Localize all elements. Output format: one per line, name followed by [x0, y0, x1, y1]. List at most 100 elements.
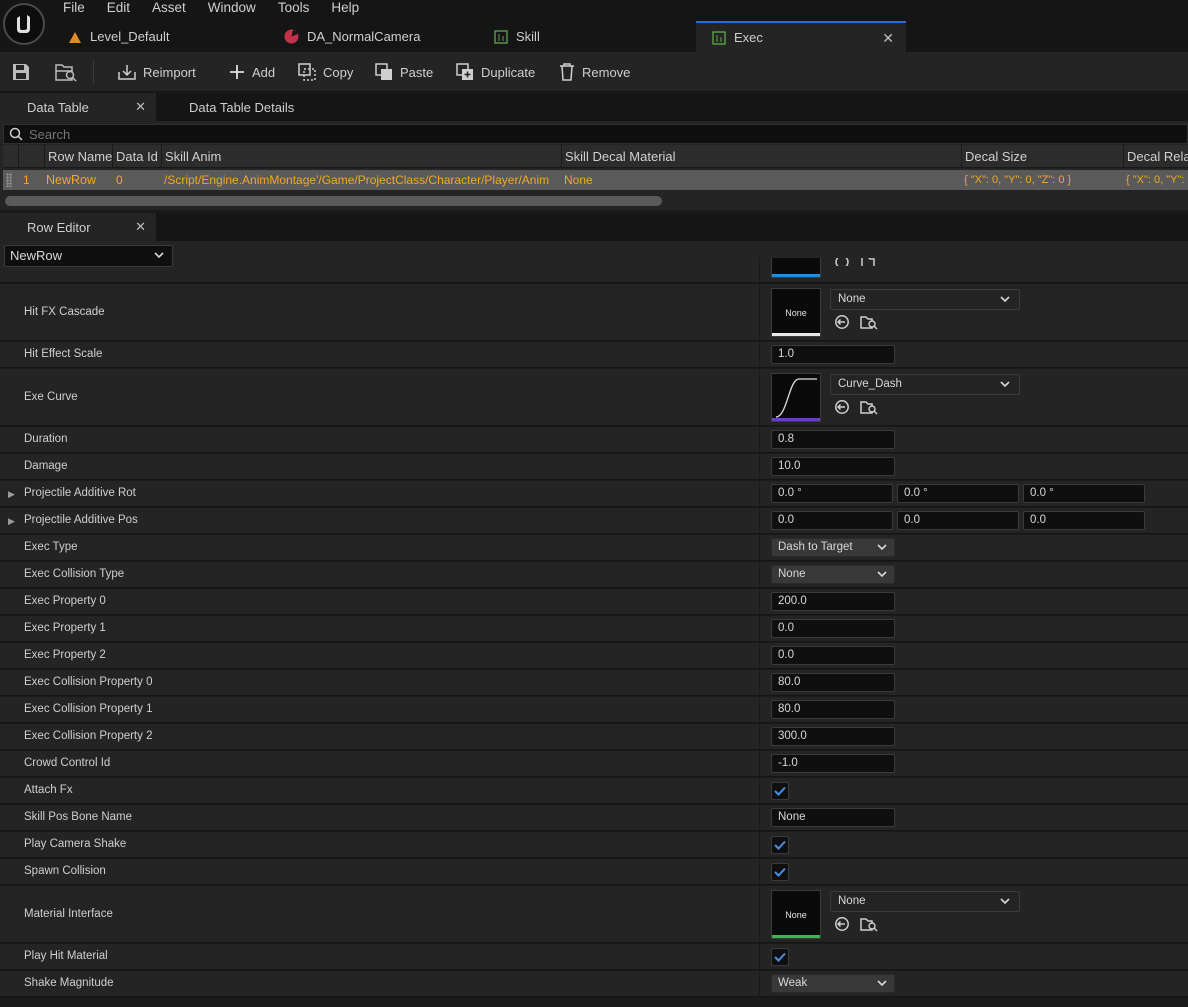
pos-y-field[interactable]: 0.0 — [897, 511, 1019, 530]
menu-tools[interactable]: Tools — [267, 0, 321, 16]
search-box[interactable] — [3, 124, 1188, 144]
drag-handle-icon[interactable] — [6, 173, 12, 187]
col-row-name[interactable]: Row Name — [44, 145, 112, 168]
property-label: Play Camera Shake — [24, 838, 127, 850]
exec-property-0-field[interactable]: 200.0 — [771, 592, 895, 611]
play-camera-shake-checkbox[interactable] — [771, 836, 789, 854]
tab-row-editor[interactable]: Row Editor ✕ — [0, 213, 156, 241]
attach-fx-checkbox[interactable] — [771, 782, 789, 800]
col-decal-size[interactable]: Decal Size — [961, 145, 1123, 168]
play-hit-material-checkbox[interactable] — [771, 948, 789, 966]
horizontal-scrollbar[interactable] — [5, 196, 662, 206]
asset-thumbnail[interactable]: None — [771, 288, 821, 337]
column-divider — [759, 508, 760, 533]
hit-effect-scale-field[interactable]: 1.0 — [771, 345, 895, 364]
asset-type-bar — [772, 418, 820, 421]
duplicate-button[interactable]: Duplicate — [455, 52, 535, 92]
search-input[interactable] — [29, 126, 629, 142]
unreal-logo[interactable] — [3, 3, 45, 45]
tab-exec[interactable]: Exec ✕ — [696, 21, 906, 52]
damage-field[interactable]: 10.0 — [771, 457, 895, 476]
crowd-control-id-field[interactable]: -1.0 — [771, 754, 895, 773]
use-selected-icon[interactable] — [834, 916, 852, 932]
asset-thumbnail[interactable]: None — [771, 890, 821, 939]
tab-data-table-details[interactable]: Data Table Details — [162, 93, 322, 121]
column-divider — [759, 670, 760, 695]
column-divider — [759, 724, 760, 749]
asset-picker-combo[interactable]: None — [830, 289, 1020, 310]
rot-z-field[interactable]: 0.0 ° — [1023, 484, 1145, 503]
menu-edit[interactable]: Edit — [96, 0, 141, 16]
use-selected-icon[interactable] — [834, 314, 852, 330]
use-selected-icon[interactable] — [834, 399, 852, 415]
asset-picker-combo[interactable]: None — [830, 891, 1020, 912]
cell-skill-decal-material[interactable]: None — [561, 170, 957, 190]
checkmark-icon — [774, 867, 786, 877]
curve-thumbnail[interactable] — [771, 373, 821, 422]
chevron-down-icon — [1000, 381, 1010, 388]
exec-property-2-field[interactable]: 0.0 — [771, 646, 895, 665]
browse-asset-icon[interactable] — [860, 314, 878, 330]
exec-collision-property-0-field[interactable]: 80.0 — [771, 673, 895, 692]
property-label: Projectile Additive Pos — [24, 514, 138, 526]
exec-type-dropdown[interactable]: Dash to Target — [771, 538, 895, 557]
tab-data-table[interactable]: Data Table ✕ — [0, 93, 156, 121]
skill-pos-bone-name-field[interactable]: None — [771, 808, 895, 827]
menu-help[interactable]: Help — [320, 0, 370, 16]
expand-arrow-icon[interactable]: ▶ — [8, 489, 15, 500]
prop-attach-fx: Attach Fx — [0, 778, 1188, 804]
column-divider — [759, 342, 760, 367]
close-icon[interactable]: ✕ — [135, 219, 146, 235]
pos-z-field[interactable]: 0.0 — [1023, 511, 1145, 530]
exec-property-1-field[interactable]: 0.0 — [771, 619, 895, 638]
copy-button[interactable]: Copy — [297, 52, 353, 92]
cell-decal-size[interactable]: { "X": 0, "Y": 0, "Z": 0 } — [961, 170, 1121, 190]
spawn-collision-checkbox[interactable] — [771, 863, 789, 881]
tab-da-normalcamera[interactable]: DA_NormalCamera — [268, 21, 478, 52]
browse-button[interactable] — [54, 52, 78, 92]
menu-window[interactable]: Window — [197, 0, 267, 16]
shake-magnitude-dropdown[interactable]: Weak — [771, 974, 895, 993]
col-skill-anim[interactable]: Skill Anim — [161, 145, 561, 168]
cell-decal-rela[interactable]: { "X": 0, "Y": — [1123, 170, 1188, 190]
duplicate-icon — [456, 63, 473, 80]
toolbar: Reimport Add Copy Paste Duplicate Remove — [0, 52, 1188, 92]
rot-x-field[interactable]: 0.0 ° — [771, 484, 893, 503]
exec-collision-property-1-field[interactable]: 80.0 — [771, 700, 895, 719]
col-data-id[interactable]: Data Id — [112, 145, 161, 168]
rot-y-field[interactable]: 0.0 ° — [897, 484, 1019, 503]
tab-skill[interactable]: Skill — [478, 21, 696, 52]
col-decal-rela[interactable]: Decal Rela — [1123, 145, 1188, 168]
menu-asset[interactable]: Asset — [141, 0, 197, 16]
chevron-down-icon — [877, 571, 887, 578]
expand-arrow-icon[interactable]: ▶ — [8, 516, 15, 527]
property-label: Hit Effect Scale — [24, 348, 103, 360]
tab-level-default[interactable]: Level_Default — [52, 21, 268, 52]
menu-file[interactable]: File — [52, 0, 96, 16]
exec-collision-type-dropdown[interactable]: None — [771, 565, 895, 584]
browse-asset-icon[interactable] — [860, 916, 878, 932]
browse-asset-icon[interactable] — [860, 399, 878, 415]
reimport-button[interactable]: Reimport — [117, 52, 196, 92]
cell-skill-anim[interactable]: /Script/Engine.AnimMontage'/Game/Project… — [161, 170, 557, 190]
remove-button[interactable]: Remove — [558, 52, 630, 92]
column-divider — [759, 535, 760, 560]
paste-button[interactable]: Paste — [374, 52, 433, 92]
duration-field[interactable]: 0.8 — [771, 430, 895, 449]
cell-row-name[interactable]: NewRow — [43, 170, 111, 190]
table-row[interactable]: 1 NewRow 0 /Script/Engine.AnimMontage'/G… — [3, 170, 1188, 190]
column-divider — [759, 589, 760, 614]
exec-collision-property-2-field[interactable]: 300.0 — [771, 727, 895, 746]
close-icon[interactable]: ✕ — [882, 30, 894, 47]
add-button[interactable]: Add — [228, 52, 275, 92]
close-icon[interactable]: ✕ — [135, 99, 146, 115]
cell-data-id[interactable]: 0 — [113, 170, 161, 190]
pos-x-field[interactable]: 0.0 — [771, 511, 893, 530]
save-button[interactable] — [11, 52, 31, 92]
col-skill-decal-material[interactable]: Skill Decal Material — [561, 145, 961, 168]
search-icon — [9, 127, 23, 141]
row-selector-dropdown[interactable]: NewRow — [4, 245, 173, 267]
asset-picker-combo[interactable]: Curve_Dash — [830, 374, 1020, 395]
property-label: Exec Collision Property 1 — [24, 703, 153, 715]
asset-picker-value: None — [838, 293, 866, 305]
